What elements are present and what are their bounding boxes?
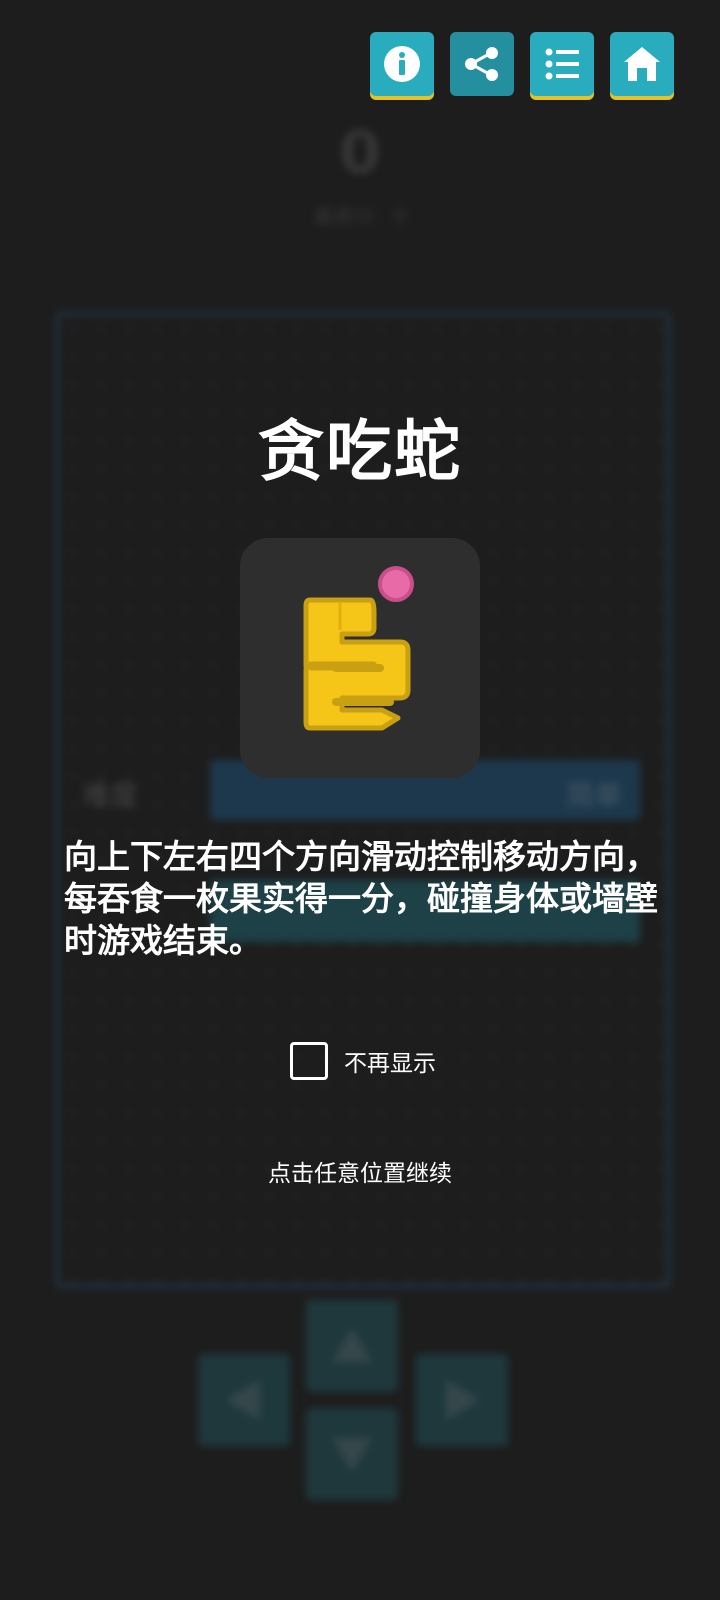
dont-show-again-label[interactable]: 不再显示 <box>344 1044 436 1078</box>
dont-show-again-checkbox[interactable] <box>290 1042 328 1080</box>
continue-hint: 点击任意位置继续 <box>268 1161 452 1187</box>
game-description: 向上下左右四个方向滑动控制移动方向，每吞食一枚果实得一分，碰撞身体或墙壁时游戏结… <box>64 837 658 960</box>
instructions-overlay[interactable]: 贪吃蛇 向上下左右四个方向滑动控制移动方向，每吞食一枚果实得一分，碰撞身体或墙壁… <box>0 0 720 1600</box>
game-title: 贪吃蛇 <box>258 413 462 490</box>
snake-logo-icon <box>303 566 414 731</box>
dont-show-again-row[interactable]: 不再显示 <box>290 1042 436 1080</box>
game-logo <box>240 538 480 778</box>
snake-game-screen[interactable]: 0 最高分：0 难度 简单 贪吃蛇 向上下左右四个方向滑动控制移动方向，每吞食一… <box>0 0 720 1600</box>
